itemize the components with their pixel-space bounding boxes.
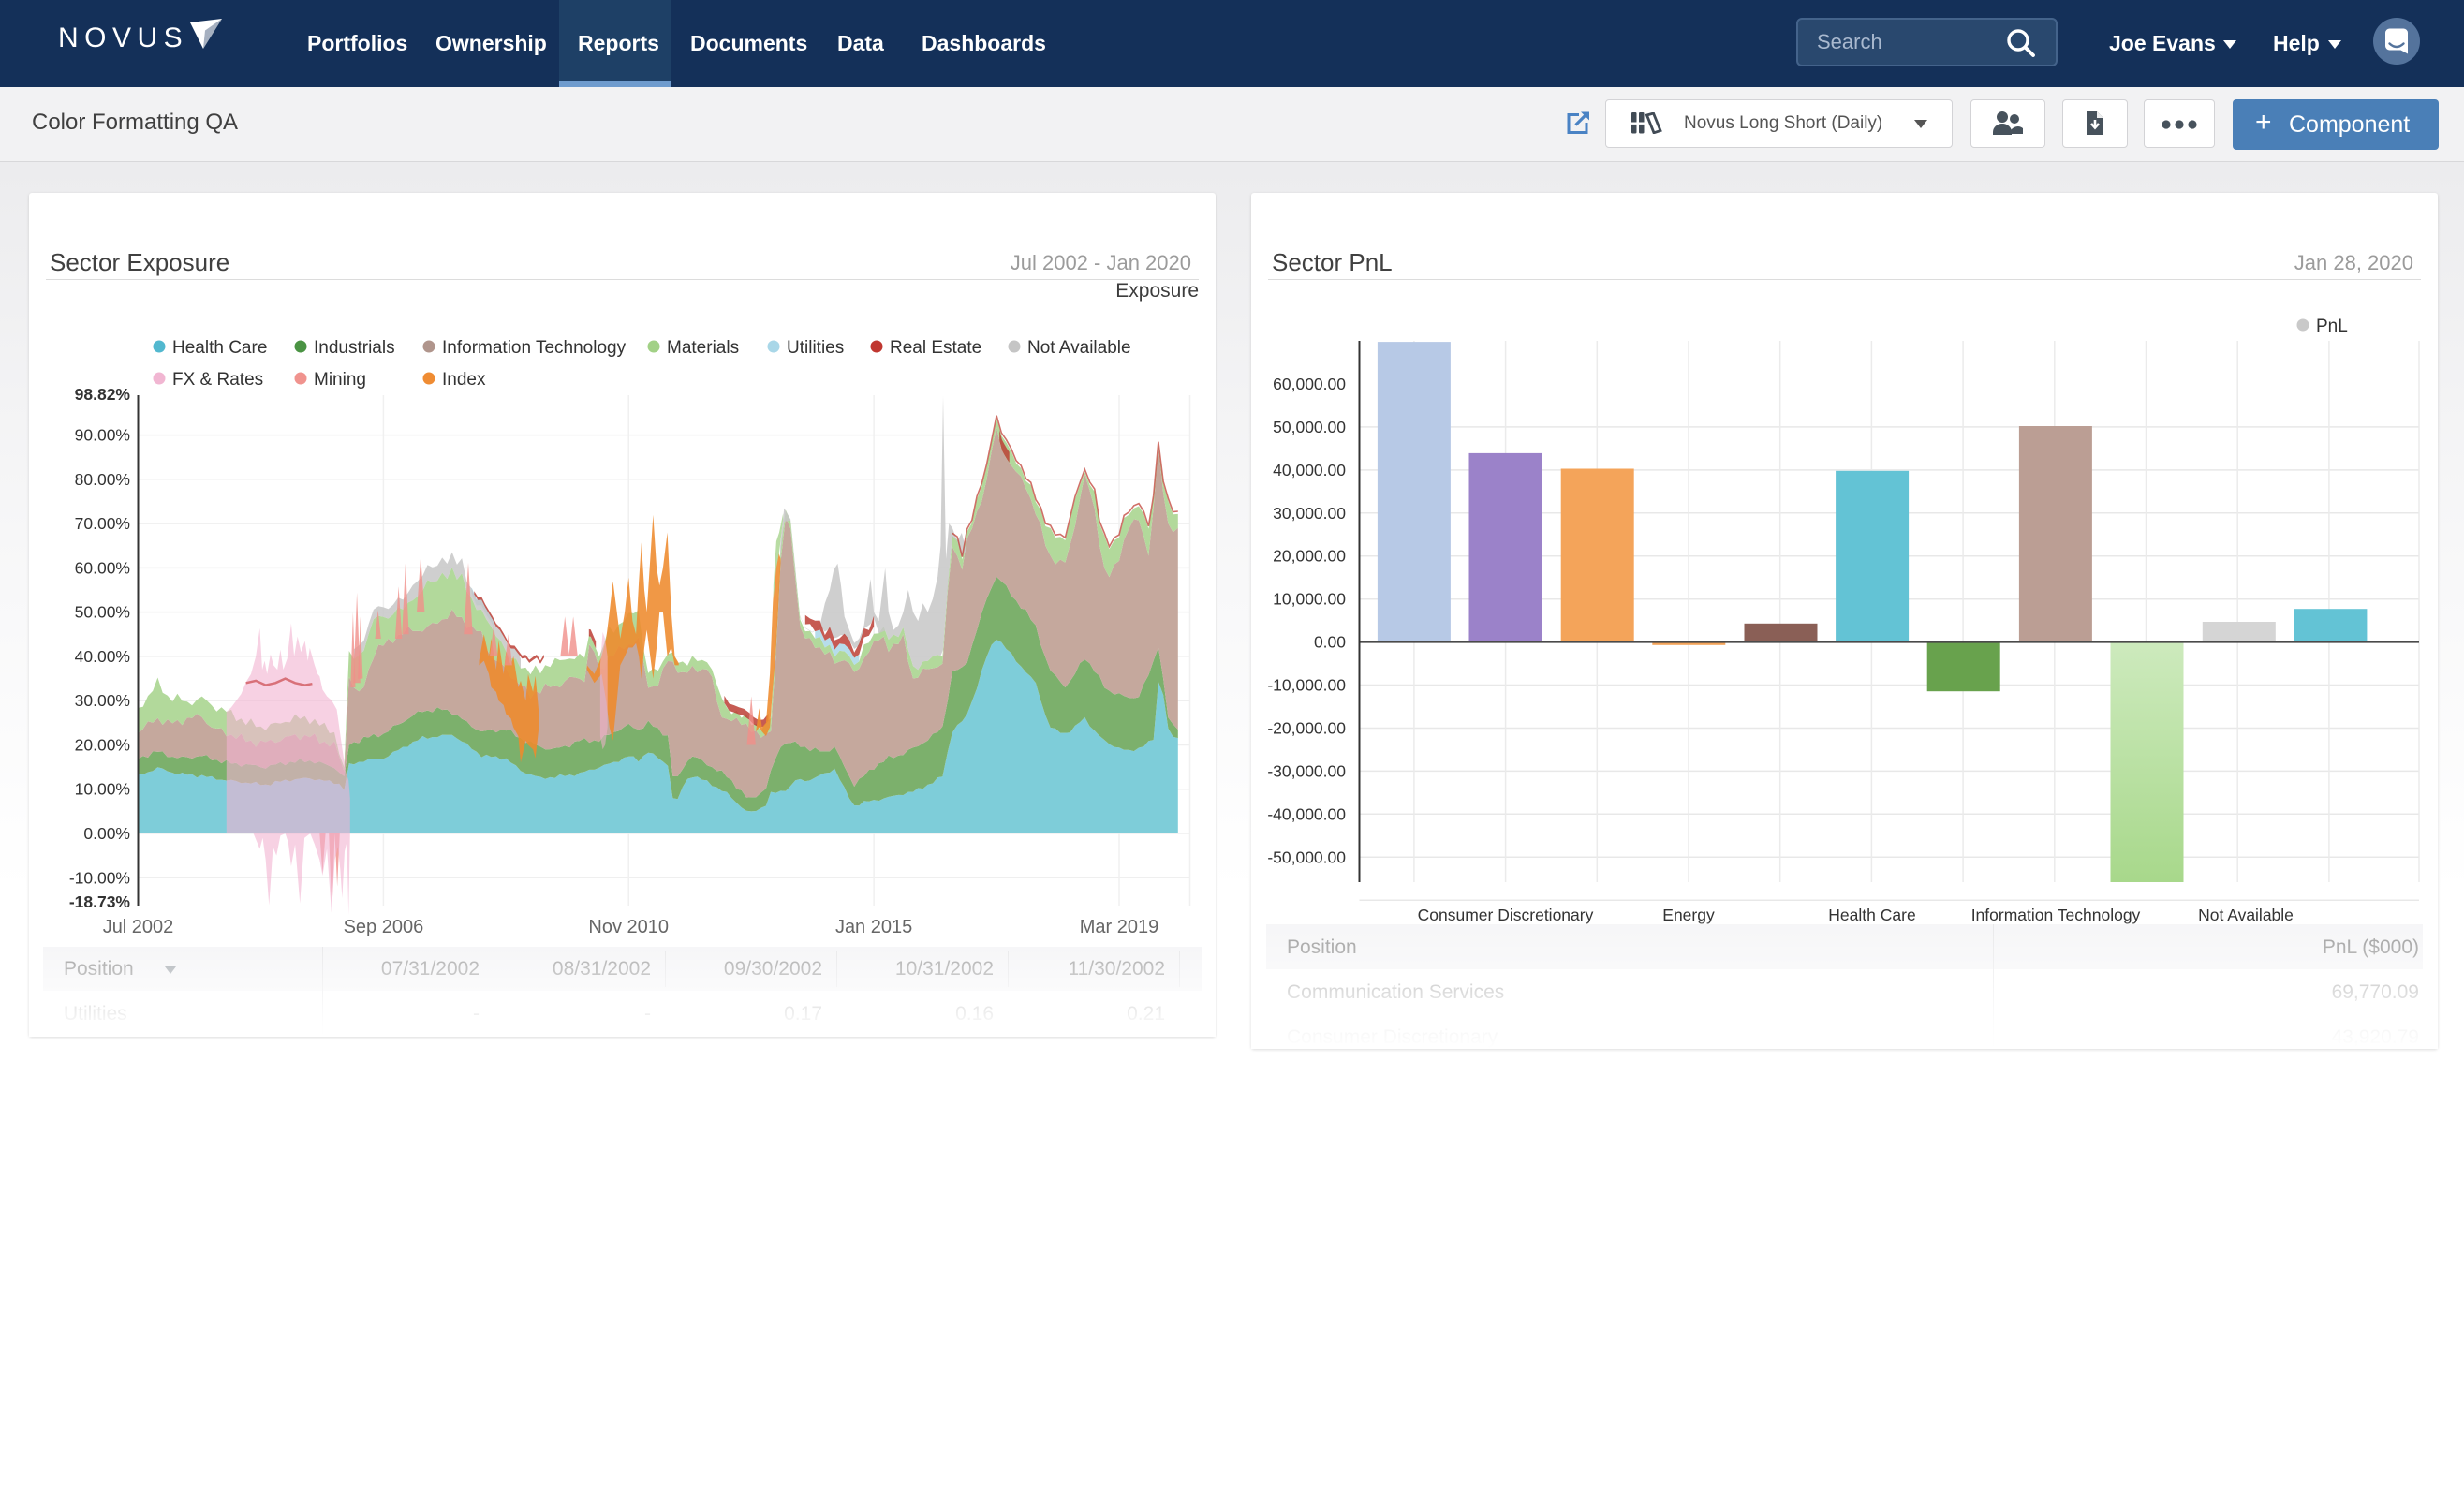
svg-text:0.00%: 0.00%: [83, 824, 130, 843]
svg-text:Sep 2006: Sep 2006: [344, 917, 424, 937]
svg-text:0.00: 0.00: [1314, 633, 1346, 652]
svg-text:Health Care: Health Care: [1828, 906, 1915, 924]
svg-text:Mar 2019: Mar 2019: [1080, 917, 1159, 937]
svg-text:FX & Rates: FX & Rates: [172, 370, 263, 390]
svg-text:40.00%: 40.00%: [75, 647, 130, 666]
svg-text:Mining: Mining: [314, 370, 366, 390]
svg-text:-30,000.00: -30,000.00: [1267, 761, 1346, 780]
svg-text:PnL: PnL: [2316, 317, 2348, 336]
svg-text:-40,000.00: -40,000.00: [1267, 804, 1346, 823]
svg-text:Consumer Discretionary: Consumer Discretionary: [1418, 906, 1594, 924]
svg-text:30.00%: 30.00%: [75, 691, 130, 710]
svg-text:10,000.00: 10,000.00: [1273, 590, 1346, 609]
svg-text:50,000.00: 50,000.00: [1273, 418, 1346, 436]
svg-text:98.82%: 98.82%: [75, 385, 131, 404]
svg-text:20.00%: 20.00%: [75, 736, 130, 755]
svg-text:Jul 2002: Jul 2002: [103, 917, 174, 937]
svg-text:80.00%: 80.00%: [75, 470, 130, 489]
svg-text:Real Estate: Real Estate: [890, 338, 981, 358]
svg-text:Information Technology: Information Technology: [1971, 906, 2141, 924]
svg-text:10.00%: 10.00%: [75, 780, 130, 799]
svg-text:70.00%: 70.00%: [75, 514, 130, 533]
svg-text:Materials: Materials: [667, 338, 739, 358]
svg-text:Not Available: Not Available: [1027, 338, 1131, 358]
svg-text:30,000.00: 30,000.00: [1273, 504, 1346, 523]
svg-text:-10,000.00: -10,000.00: [1267, 676, 1346, 695]
svg-text:60.00%: 60.00%: [75, 558, 130, 577]
svg-text:Not Available: Not Available: [2198, 906, 2294, 924]
svg-text:Utilities: Utilities: [787, 338, 844, 358]
svg-text:20,000.00: 20,000.00: [1273, 547, 1346, 566]
svg-text:Nov 2010: Nov 2010: [588, 917, 669, 937]
svg-text:-10.00%: -10.00%: [69, 868, 130, 887]
svg-text:Health Care: Health Care: [172, 338, 267, 358]
svg-text:-20,000.00: -20,000.00: [1267, 719, 1346, 738]
svg-text:60,000.00: 60,000.00: [1273, 375, 1346, 393]
svg-text:Information Technology: Information Technology: [442, 338, 627, 358]
svg-text:-18.73%: -18.73%: [69, 892, 131, 911]
svg-text:Energy: Energy: [1662, 906, 1715, 924]
svg-text:50.00%: 50.00%: [75, 603, 130, 622]
svg-text:Jan 2015: Jan 2015: [835, 917, 912, 937]
svg-text:90.00%: 90.00%: [75, 426, 130, 445]
svg-text:40,000.00: 40,000.00: [1273, 461, 1346, 479]
svg-text:-50,000.00: -50,000.00: [1267, 848, 1346, 866]
svg-text:Index: Index: [442, 370, 486, 390]
svg-text:Industrials: Industrials: [314, 338, 395, 358]
